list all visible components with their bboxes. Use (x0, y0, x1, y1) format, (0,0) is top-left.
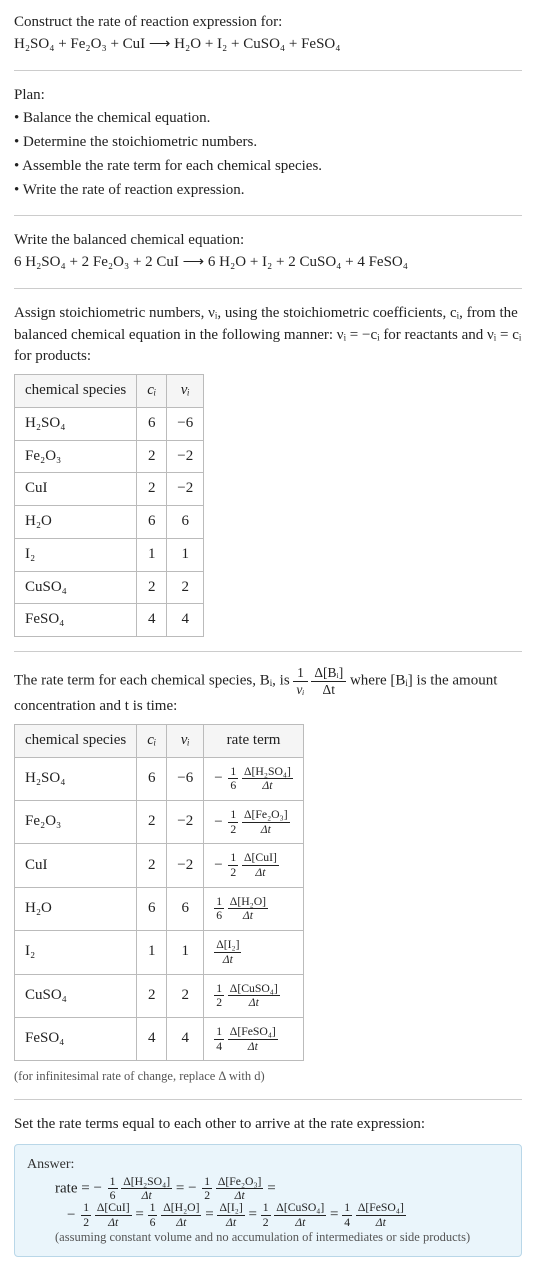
table-cell: −2 (167, 800, 204, 843)
balanced-equation: 6 H₂SO₄ + 2 Fe₂O₃ + 2 CuI ⟶ 6 H₂O + I₂ +… (14, 252, 522, 274)
table-cell: −6 (167, 757, 204, 800)
table-header-row: chemical species cᵢ νᵢ rate term (15, 724, 304, 757)
table-row: H₂SO₄6−6− 16 Δ[H₂SO₄]Δt (15, 757, 304, 800)
plan-item: • Assemble the rate term for each chemic… (14, 156, 522, 178)
table-cell: 1 (137, 931, 167, 974)
table-row: FeSO₄44 (15, 604, 204, 637)
table-cell: 6 (167, 887, 204, 930)
table-cell: 6 (137, 506, 167, 539)
table-cell: 6 (137, 757, 167, 800)
intro-equation: H₂SO₄ + Fe₂O₃ + CuI ⟶ H₂O + I₂ + CuSO₄ +… (14, 34, 522, 56)
table-cell: 4 (167, 604, 204, 637)
table-cell: −2 (167, 844, 204, 887)
table-header: νᵢ (167, 375, 204, 408)
delta-fraction: Δ[Bᵢ] Δt (311, 666, 346, 696)
table-cell: CuI (15, 473, 137, 506)
rate-term-table: chemical species cᵢ νᵢ rate term H₂SO₄6−… (14, 724, 304, 1062)
table-cell: 6 (137, 887, 167, 930)
table-header: νᵢ (167, 724, 204, 757)
table-row: CuI2−2− 12 Δ[CuI]Δt (15, 844, 304, 887)
table-cell: 2 (167, 571, 204, 604)
divider (14, 288, 522, 289)
infinitesimal-note: (for infinitesimal rate of change, repla… (14, 1067, 522, 1085)
table-row: H₂O6616 Δ[H₂O]Δt (15, 887, 304, 930)
table-cell: − 12 Δ[Fe₂O₃]Δt (204, 800, 304, 843)
table-row: I₂11Δ[I₂]Δt (15, 931, 304, 974)
table-cell: −2 (167, 440, 204, 473)
plan-item: • Balance the chemical equation. (14, 108, 522, 130)
table-cell: −2 (167, 473, 204, 506)
table-cell: 1 (167, 931, 204, 974)
answer-note: (assuming constant volume and no accumul… (55, 1228, 509, 1246)
table-cell: I₂ (15, 538, 137, 571)
table-cell: H₂O (15, 887, 137, 930)
table-cell: 1 (167, 538, 204, 571)
assign-text: Assign stoichiometric numbers, νᵢ, using… (14, 303, 522, 368)
table-cell: 2 (137, 800, 167, 843)
table-cell: 4 (137, 604, 167, 637)
table-header: chemical species (15, 375, 137, 408)
table-header: cᵢ (137, 375, 167, 408)
divider (14, 1099, 522, 1100)
table-cell: 12 Δ[CuSO₄]Δt (204, 974, 304, 1017)
table-cell: H₂SO₄ (15, 407, 137, 440)
table-cell: 2 (137, 571, 167, 604)
table-cell: 1 (137, 538, 167, 571)
answer-expression: rate = − 16 Δ[H₂SO₄]Δt = − 12 Δ[Fe₂O₃]Δt… (55, 1176, 509, 1229)
rate-term-intro: The rate term for each chemical species,… (14, 666, 522, 718)
table-cell: I₂ (15, 931, 137, 974)
table-cell: FeSO₄ (15, 604, 137, 637)
plan-label: Plan: (14, 85, 522, 107)
table-cell: 6 (167, 506, 204, 539)
set-rate-text: Set the rate terms equal to each other t… (14, 1114, 522, 1136)
coefficient-fraction: 1 νᵢ (293, 666, 307, 696)
table-cell: H₂O (15, 506, 137, 539)
table-cell: 4 (137, 1017, 167, 1060)
divider (14, 215, 522, 216)
table-row: I₂11 (15, 538, 204, 571)
balanced-label: Write the balanced chemical equation: (14, 230, 522, 252)
table-row: CuI2−2 (15, 473, 204, 506)
table-cell: 16 Δ[H₂O]Δt (204, 887, 304, 930)
table-row: CuSO₄2212 Δ[CuSO₄]Δt (15, 974, 304, 1017)
plan-item: • Write the rate of reaction expression. (14, 180, 522, 202)
table-cell: 2 (137, 473, 167, 506)
table-row: FeSO₄4414 Δ[FeSO₄]Δt (15, 1017, 304, 1060)
table-cell: Fe₂O₃ (15, 440, 137, 473)
answer-label: Answer: (27, 1155, 509, 1175)
table-header: rate term (204, 724, 304, 757)
table-cell: 4 (167, 1017, 204, 1060)
table-row: Fe₂O₃2−2 (15, 440, 204, 473)
table-cell: Δ[I₂]Δt (204, 931, 304, 974)
table-cell: FeSO₄ (15, 1017, 137, 1060)
table-cell: 6 (137, 407, 167, 440)
table-row: CuSO₄22 (15, 571, 204, 604)
table-cell: H₂SO₄ (15, 757, 137, 800)
table-row: Fe₂O₃2−2− 12 Δ[Fe₂O₃]Δt (15, 800, 304, 843)
answer-box: Answer: rate = − 16 Δ[H₂SO₄]Δt = − 12 Δ[… (14, 1144, 522, 1257)
table-cell: −6 (167, 407, 204, 440)
divider (14, 70, 522, 71)
table-cell: CuSO₄ (15, 571, 137, 604)
table-cell: − 12 Δ[CuI]Δt (204, 844, 304, 887)
table-cell: − 16 Δ[H₂SO₄]Δt (204, 757, 304, 800)
plan-item: • Determine the stoichiometric numbers. (14, 132, 522, 154)
table-cell: 2 (137, 844, 167, 887)
table-header: cᵢ (137, 724, 167, 757)
table-cell: CuI (15, 844, 137, 887)
table-row: H₂O66 (15, 506, 204, 539)
table-cell: 2 (137, 974, 167, 1017)
divider (14, 651, 522, 652)
table-cell: Fe₂O₃ (15, 800, 137, 843)
intro-title: Construct the rate of reaction expressio… (14, 12, 522, 34)
table-row: H₂SO₄6−6 (15, 407, 204, 440)
table-header-row: chemical species cᵢ νᵢ (15, 375, 204, 408)
table-cell: 2 (167, 974, 204, 1017)
stoichiometry-table: chemical species cᵢ νᵢ H₂SO₄6−6Fe₂O₃2−2C… (14, 374, 204, 637)
table-header: chemical species (15, 724, 137, 757)
table-cell: CuSO₄ (15, 974, 137, 1017)
table-cell: 2 (137, 440, 167, 473)
table-cell: 14 Δ[FeSO₄]Δt (204, 1017, 304, 1060)
